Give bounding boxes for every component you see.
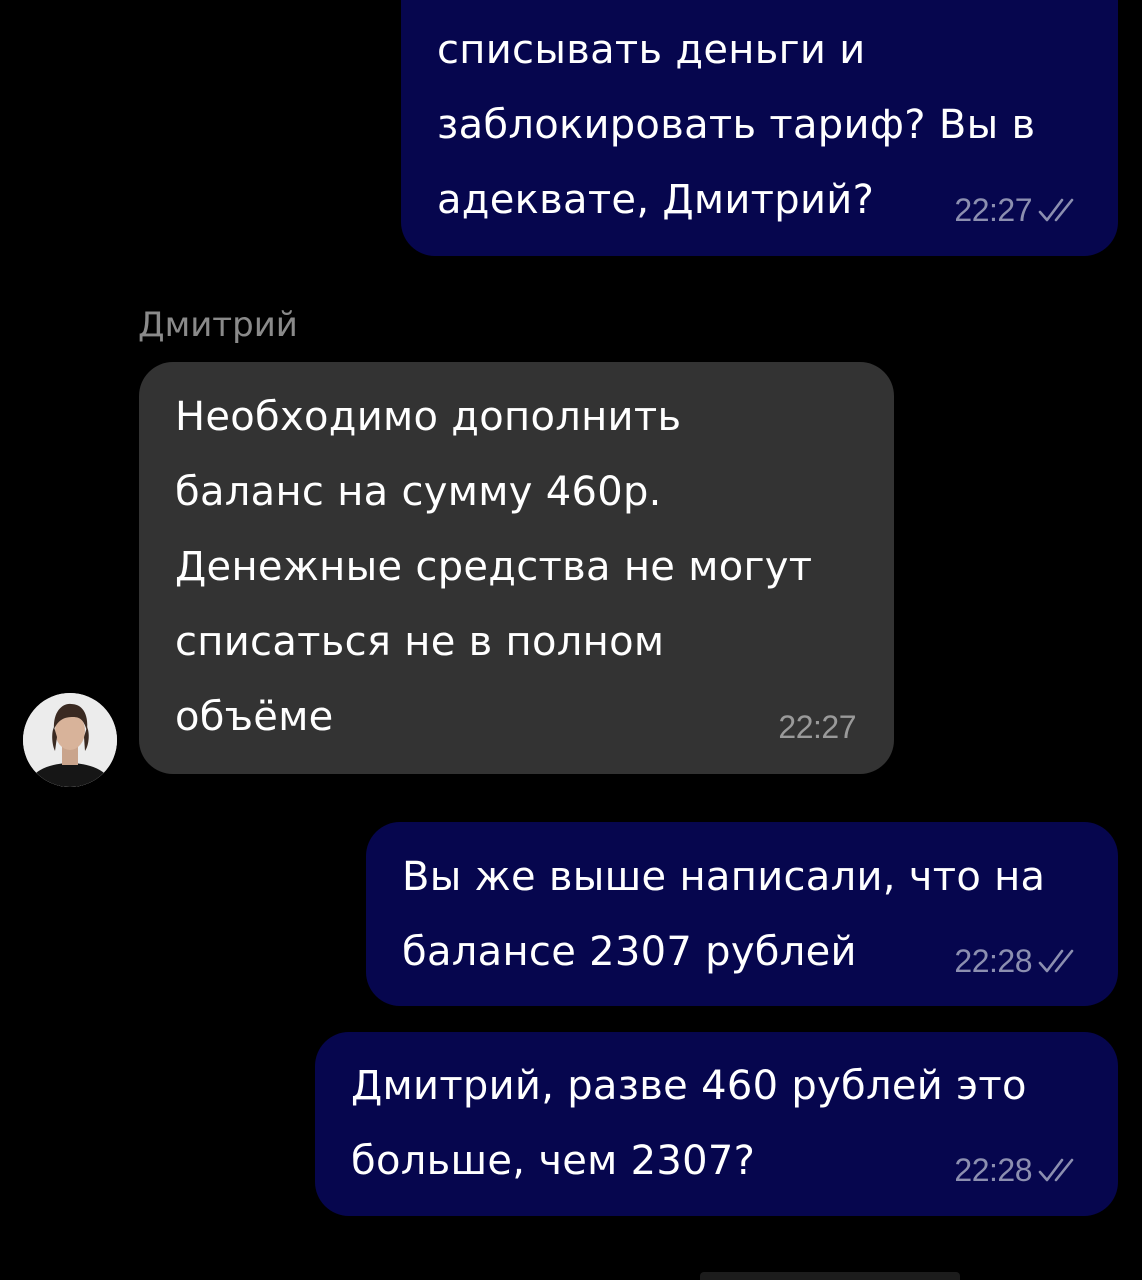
message-time: 22:27 — [778, 708, 856, 745]
message-text-line: Денежные средства не могут — [175, 544, 813, 590]
message-text-line: Дмитрий, разве 460 рублей это — [351, 1063, 1027, 1109]
message-time: 22:28 — [954, 942, 1032, 979]
avatar-photo — [23, 693, 117, 787]
message-text-line: списывать деньги и — [437, 27, 866, 73]
message-text-line: баланс на сумму 460р. — [175, 469, 662, 515]
message-meta: 22:27 — [954, 188, 1082, 232]
message-time: 22:28 — [954, 1151, 1032, 1188]
double-check-icon — [1038, 1158, 1074, 1182]
message-time: 22:27 — [954, 191, 1032, 228]
message-text-line: Вы же выше написали, что на — [402, 854, 1046, 900]
message-text-line: Необходимо дополнить — [175, 394, 682, 440]
message-bubble-incoming[interactable]: Необходимо дополнить баланс на сумму 460… — [139, 362, 894, 774]
avatar[interactable] — [23, 693, 117, 787]
sender-name: Дмитрий — [138, 305, 298, 345]
message-meta: 22:27 — [778, 705, 856, 749]
next-message-edge — [700, 1272, 960, 1280]
message-bubble-outgoing-1[interactable]: списывать деньги и заблокировать тариф? … — [401, 0, 1118, 256]
message-text-line: объёме — [175, 694, 334, 740]
message-text-line: списаться не в полном — [175, 619, 665, 665]
message-meta: 22:28 — [954, 1148, 1082, 1192]
message-bubble-outgoing-3[interactable]: Дмитрий, разве 460 рублей это больше, че… — [315, 1032, 1118, 1216]
message-meta: 22:28 — [954, 939, 1082, 983]
double-check-icon — [1038, 198, 1074, 222]
message-text-line: заблокировать тариф? Вы в — [437, 102, 1036, 148]
message-text-line: адеквате, Дмитрий? — [437, 177, 875, 223]
message-text-line: больше, чем 2307? — [351, 1138, 756, 1184]
message-text-line: балансе 2307 рублей — [402, 929, 857, 975]
double-check-icon — [1038, 949, 1074, 973]
message-bubble-outgoing-2[interactable]: Вы же выше написали, что на балансе 2307… — [366, 822, 1118, 1006]
